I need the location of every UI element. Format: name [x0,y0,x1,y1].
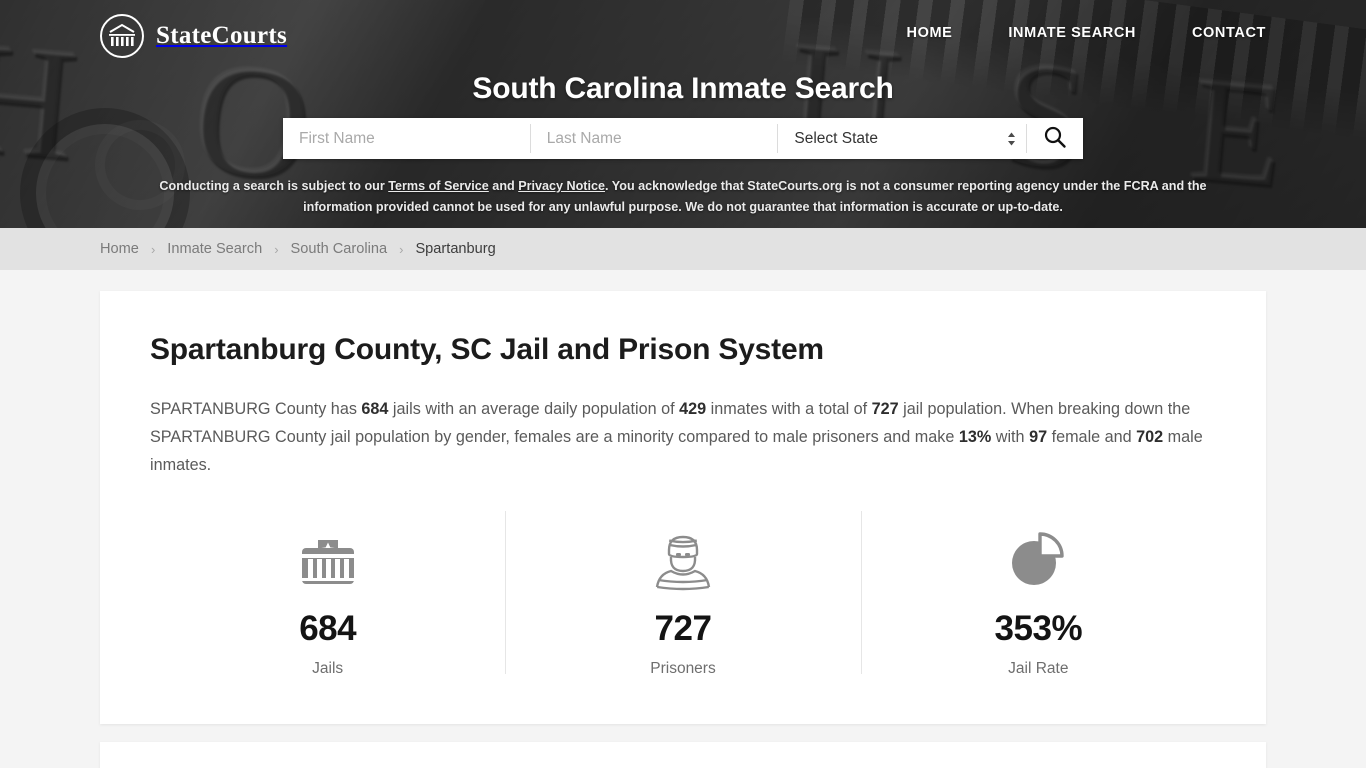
courthouse-circle-icon [100,14,144,58]
county-overview-card: Spartanburg County, SC Jail and Prison S… [100,291,1266,724]
summary-text: jails with an average daily population o… [388,400,680,418]
nav-item-inmate-search[interactable]: INMATE SEARCH [1008,25,1136,41]
nav-item-home[interactable]: HOME [907,25,953,41]
summary-text: inmates with a total of [706,400,872,418]
breadcrumb: Home › Inmate Search › South Carolina › … [100,241,496,257]
disclaimer-text-2: and [488,179,519,193]
inmate-search-form: Select State [283,118,1083,159]
summary-text: SPARTANBURG County has [150,400,362,418]
nav-item-contact[interactable]: CONTACT [1192,25,1266,41]
summary-total-population: 727 [871,400,899,418]
page-title: Spartanburg County, SC Jail and Prison S… [150,333,824,366]
last-name-input[interactable] [530,118,778,159]
search-submit-button[interactable] [1027,118,1083,159]
chevron-right-icon: › [274,241,279,257]
hero-title: South Carolina Inmate Search [472,72,894,105]
stat-jails: 684 Jails [150,513,505,678]
search-icon [1043,125,1067,152]
next-section-card [100,742,1266,768]
stat-jails-label: Jails [312,660,344,677]
stat-jail-rate: 353% Jail Rate [860,511,1216,678]
pie-chart-icon [861,523,1216,597]
summary-text: with [991,428,1030,446]
breadcrumb-item-home[interactable]: Home [100,241,139,257]
search-disclaimer: Conducting a search is subject to our Te… [133,176,1233,218]
summary-text: female and [1047,428,1137,446]
jail-building-icon [150,523,505,597]
main-navigation: HOME INMATE SEARCH CONTACT [907,25,1266,41]
county-summary-paragraph: SPARTANBURG County has 684 jails with an… [150,395,1216,479]
terms-of-service-link[interactable]: Terms of Service [388,179,489,193]
breadcrumb-item-spartanburg: Spartanburg [415,241,496,257]
chevron-right-icon: › [150,241,156,257]
stat-jail-rate-value: 353% [994,609,1083,648]
stat-jail-rate-label: Jail Rate [1008,660,1069,677]
summary-female-count: 97 [1029,428,1048,446]
stat-prisoners: 727 Prisoners [505,511,860,678]
first-name-input[interactable] [283,118,530,159]
brand-name: StateCourts [156,22,288,49]
stat-prisoners-label: Prisoners [650,660,716,677]
breadcrumb-item-inmate-search[interactable]: Inmate Search [167,241,262,257]
stat-jails-value: 684 [299,609,357,648]
page-content: Spartanburg County, SC Jail and Prison S… [0,270,1366,768]
site-logo[interactable]: StateCourts [100,14,287,58]
privacy-notice-link[interactable]: Privacy Notice [518,179,605,193]
prisoner-icon [505,523,860,597]
stat-prisoners-value: 727 [654,609,712,648]
chevron-right-icon: › [399,241,404,257]
statistics-row: 684 Jails 727 Prisoners 353% Jail Rate [150,511,1216,724]
state-select[interactable]: Select State [778,118,1027,159]
hero-banner: H O U S E StateCourts HOME INMATE SEARCH… [0,0,1366,228]
disclaimer-text-1: Conducting a search is subject to our [159,179,389,193]
summary-male-count: 702 [1136,428,1164,446]
summary-jails-count: 684 [361,400,389,418]
breadcrumb-item-south-carolina[interactable]: South Carolina [291,241,388,257]
breadcrumb-bar: Home › Inmate Search › South Carolina › … [0,228,1366,270]
summary-female-percent: 13% [958,428,992,446]
summary-daily-population: 429 [679,400,707,418]
